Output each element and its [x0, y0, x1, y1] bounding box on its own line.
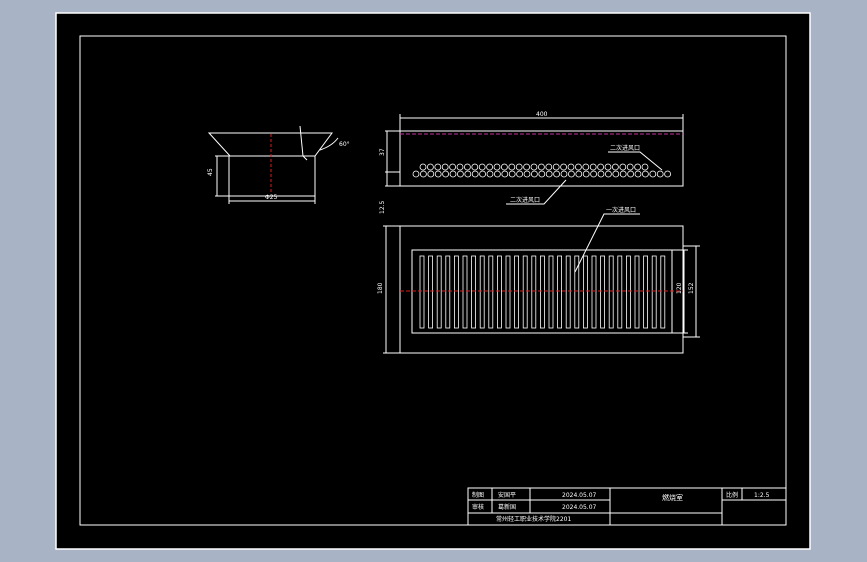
funnel-dim-height: 45	[207, 168, 214, 176]
title-row2-role: 审核	[472, 503, 484, 511]
side-label-lower-holes: 二次进风口	[510, 196, 540, 204]
side-dim-gap: 12.5	[379, 200, 386, 214]
title-row1-role: 制图	[472, 491, 484, 499]
funnel-dim-bottom: Φ25	[265, 194, 278, 201]
scale-label: 比例	[726, 491, 738, 499]
title-row2-date: 2024.05.07	[562, 504, 597, 511]
school-name: 常州轻工职业技术学院2201	[496, 515, 571, 523]
cad-drawing-canvas: 45 Φ25 60° 400 37 12.5 二次进风口 二次进风口 一次进风口…	[55, 12, 811, 550]
plan-dim-inner-height: 120	[676, 282, 683, 294]
funnel-dim-angle: 60°	[339, 141, 350, 148]
scale-value: 1:2.5	[754, 492, 770, 499]
side-dim-length: 400	[536, 111, 548, 118]
side-label-upper-holes: 二次进风口	[610, 144, 640, 152]
plan-dim-outer-height: 180	[377, 282, 384, 294]
side-dim-height: 37	[379, 148, 386, 156]
plan-dim-right: 152	[688, 282, 695, 294]
title-row1-date: 2024.05.07	[562, 492, 597, 499]
title-row2-name: 葛新国	[498, 503, 516, 511]
title-row1-name: 安国平	[498, 491, 516, 499]
plan-label-slots: 一次进风口	[606, 206, 636, 214]
drawing-name: 燃烧室	[662, 493, 683, 502]
